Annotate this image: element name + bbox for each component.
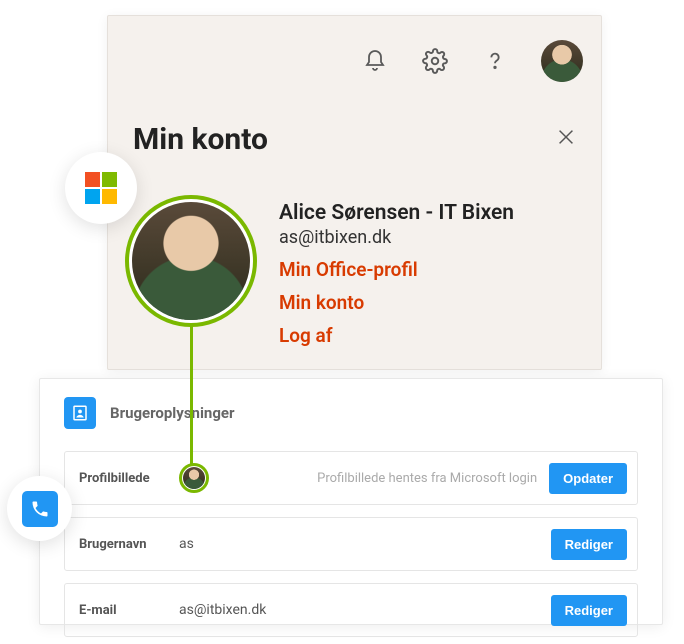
avatar-ring bbox=[125, 195, 257, 327]
label-profile-picture: Profilbillede bbox=[79, 471, 179, 486]
profile-email: as@itbixen.dk bbox=[279, 227, 514, 248]
link-logout[interactable]: Log af bbox=[279, 324, 514, 347]
top-icon-bar bbox=[361, 40, 583, 82]
row-profile-picture: Profilbillede Profilbillede hentes fra M… bbox=[64, 451, 638, 505]
value-username: as bbox=[179, 536, 551, 552]
microsoft-icon bbox=[85, 172, 117, 204]
label-email: E-mail bbox=[79, 603, 179, 618]
value-email: as@itbixen.dk bbox=[179, 602, 551, 618]
user-details-panel: Brugeroplysninger Profilbillede Profilbi… bbox=[39, 378, 663, 625]
page-title: Min konto bbox=[133, 122, 268, 157]
update-button[interactable]: Opdater bbox=[549, 463, 627, 494]
bell-icon[interactable] bbox=[361, 47, 389, 75]
row-username: Brugernavn as Rediger bbox=[64, 517, 638, 571]
panel-title: Brugeroplysninger bbox=[110, 404, 234, 422]
header-avatar[interactable] bbox=[541, 40, 583, 82]
user-card-icon bbox=[64, 397, 96, 429]
row-email: E-mail as@itbixen.dk Rediger bbox=[64, 583, 638, 637]
gear-icon[interactable] bbox=[421, 47, 449, 75]
hint-profile-picture: Profilbillede hentes fra Microsoft login bbox=[317, 471, 537, 486]
close-icon[interactable] bbox=[555, 126, 577, 152]
profile-text: Alice Sørensen - IT Bixen as@itbixen.dk … bbox=[279, 195, 514, 347]
avatar-mini-ring bbox=[179, 463, 209, 493]
phone-icon[interactable] bbox=[22, 491, 58, 527]
profile-name: Alice Sørensen - IT Bixen bbox=[279, 201, 514, 225]
connector-line bbox=[190, 325, 193, 465]
edit-email-button[interactable]: Rediger bbox=[551, 595, 627, 626]
label-username: Brugernavn bbox=[79, 537, 179, 552]
edit-username-button[interactable]: Rediger bbox=[551, 529, 627, 560]
avatar-mini bbox=[183, 467, 205, 489]
phone-badge bbox=[7, 476, 72, 541]
link-my-account[interactable]: Min konto bbox=[279, 291, 514, 314]
link-office-profile[interactable]: Min Office-profil bbox=[279, 258, 514, 281]
panel-header: Brugeroplysninger bbox=[64, 397, 638, 429]
help-icon[interactable] bbox=[481, 47, 509, 75]
profile-avatar bbox=[132, 202, 250, 320]
profile-block: Alice Sørensen - IT Bixen as@itbixen.dk … bbox=[125, 195, 514, 347]
